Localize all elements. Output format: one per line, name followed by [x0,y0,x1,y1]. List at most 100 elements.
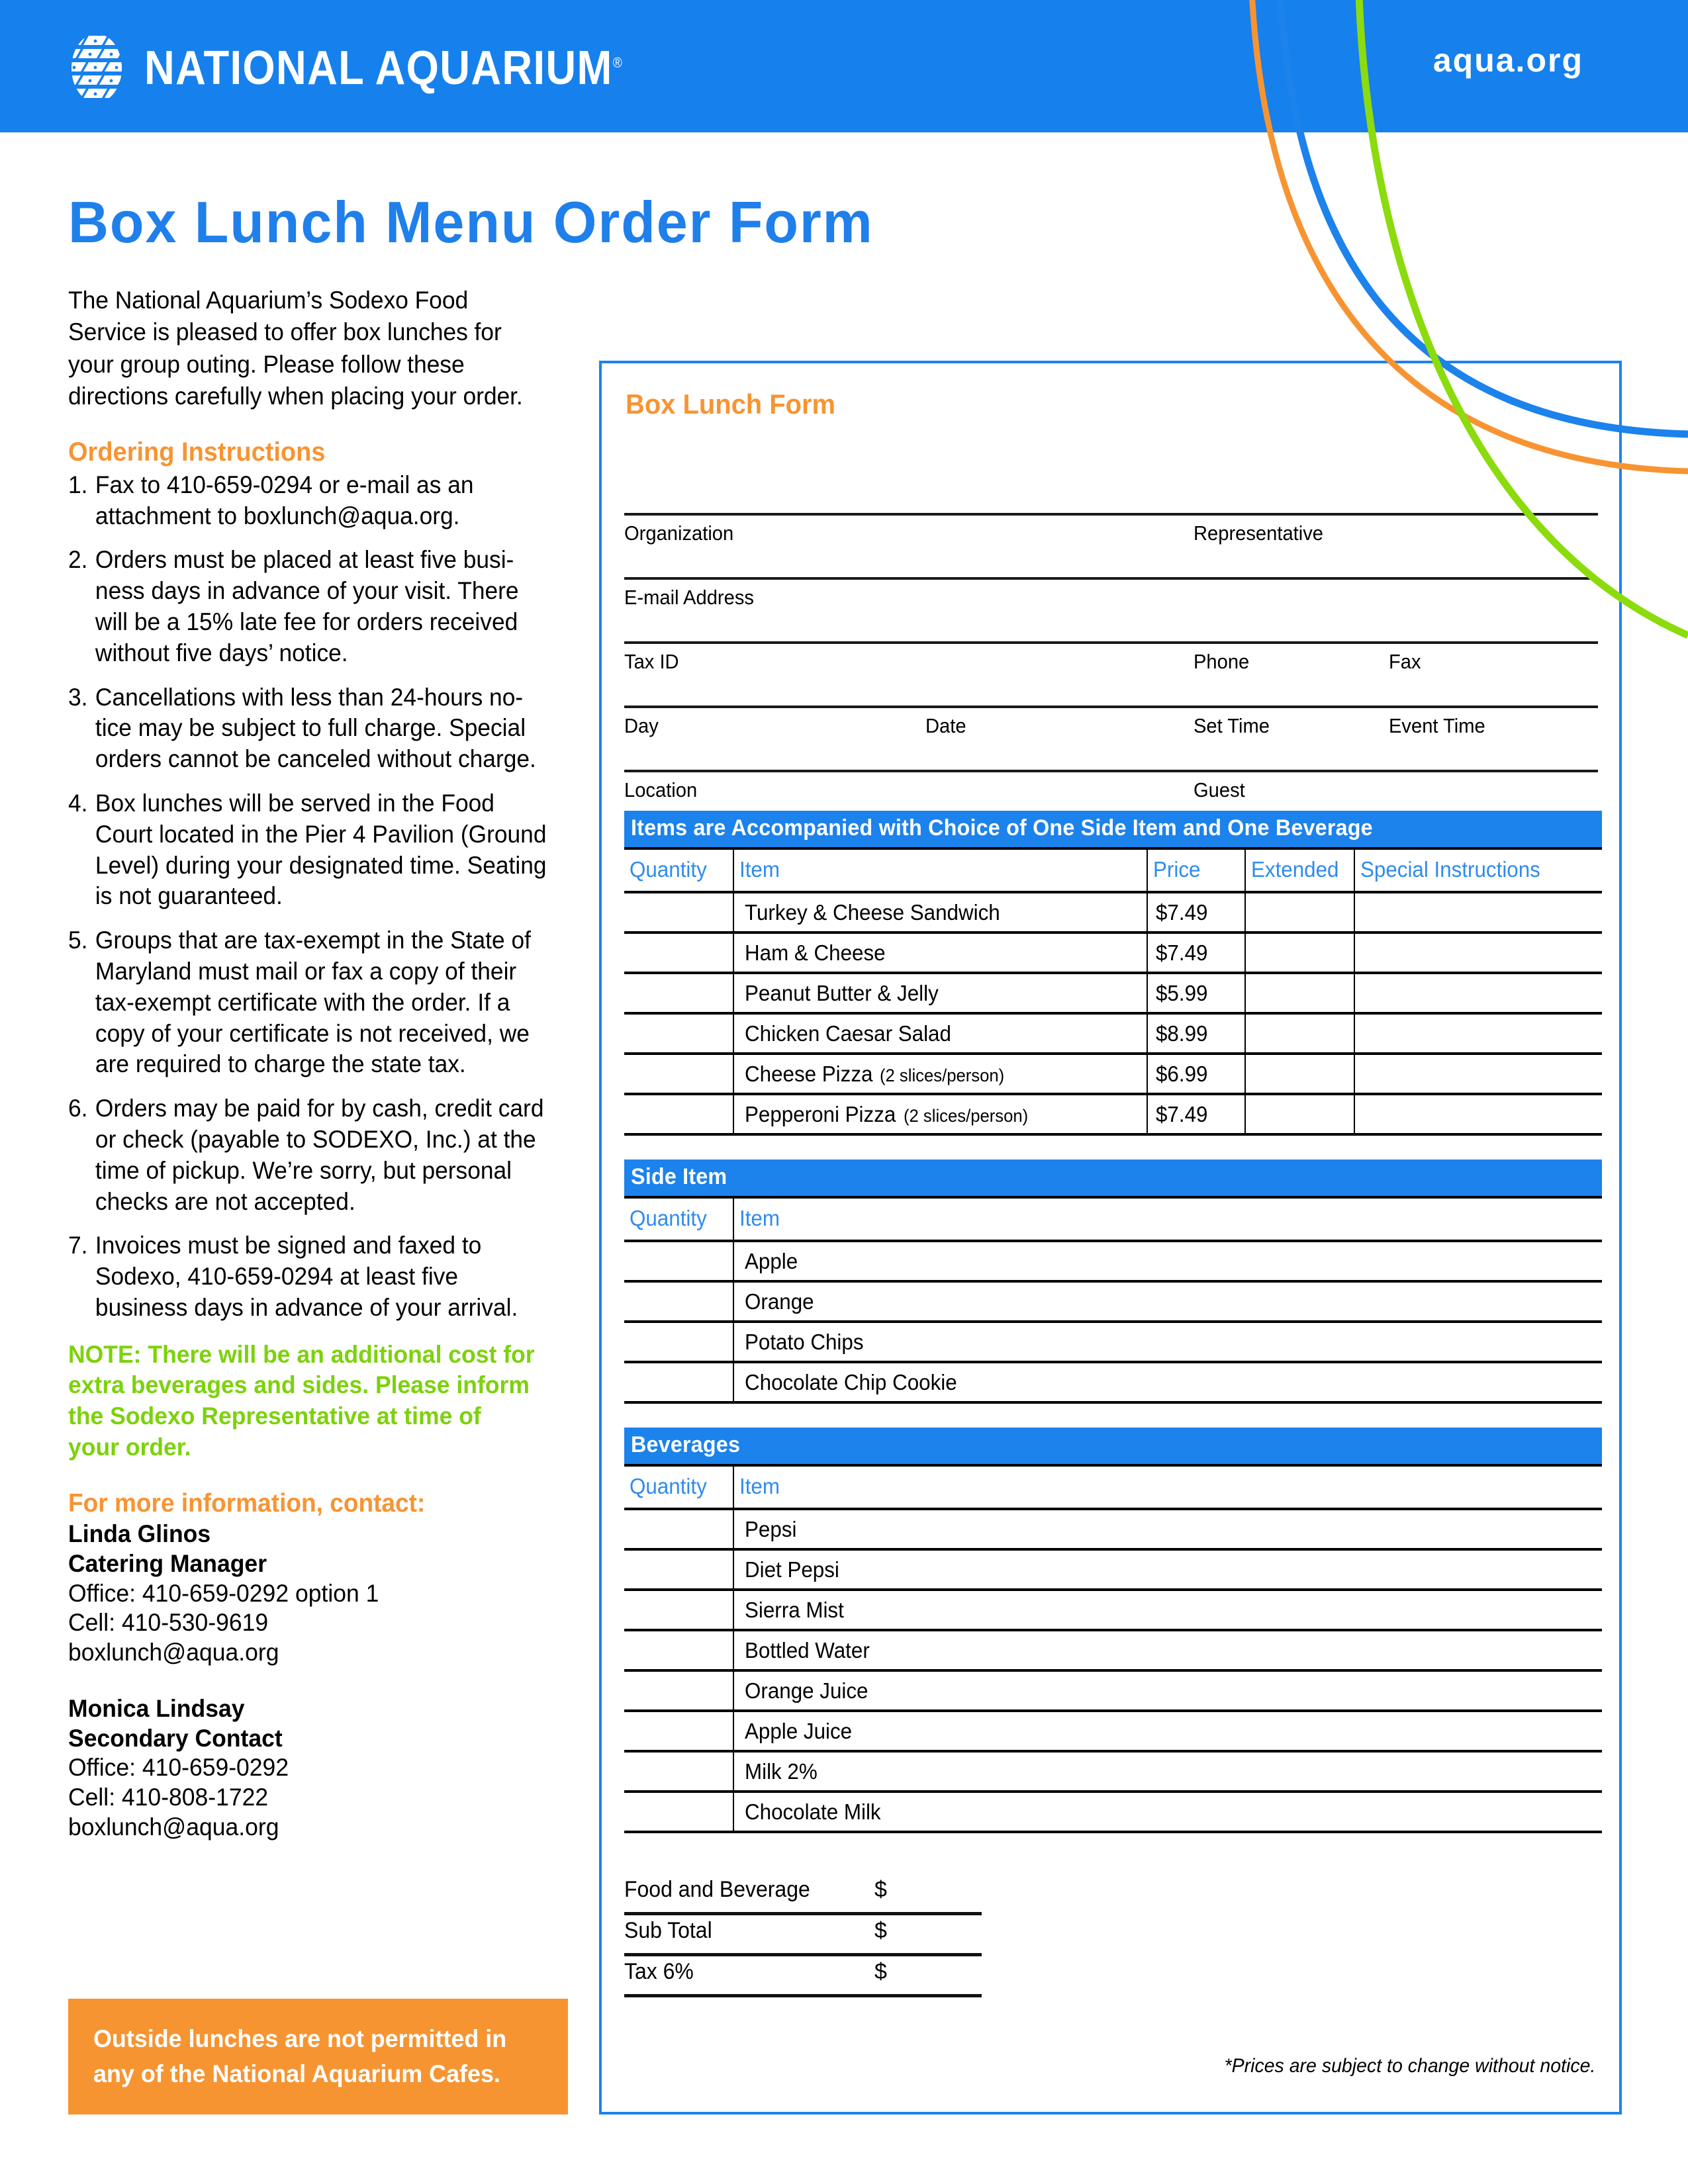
cell-quantity-input[interactable] [624,1709,734,1752]
outside-notice-line-1: Outside lunches are not permitted in [93,2025,507,2052]
label-tax-id: Tax ID [624,650,679,673]
cell-quantity-input[interactable] [624,1629,734,1671]
field-row-organization[interactable]: Organization Representative [624,513,1598,577]
cell-special-input[interactable] [1353,1012,1603,1054]
cell-quantity-input[interactable] [624,1548,734,1590]
total-row-sub-total[interactable]: Sub Total $ [624,1915,982,1956]
beverages-table: Beverages Quantity Item Pepsi Diet Pepsi… [624,1428,1602,1833]
table-row[interactable]: Diet Pepsi [624,1548,1602,1590]
field-row-email[interactable]: E-mail Address [624,577,1598,641]
table-row[interactable]: Cheese Pizza (2 slices/person) $6.99 [624,1052,1603,1095]
main-items-table: Items are Accompanied with Choice of One… [624,811,1603,1136]
primary-contact-name: Linda Glinos [68,1520,211,1548]
cell-item: Bottled Water [733,1629,1602,1671]
list-item: 6. Orders may be paid for by cash, credit… [68,1093,555,1217]
cell-item: Chocolate Milk [733,1790,1602,1833]
note-text: NOTE: There will be an additional cost f… [68,1340,535,1461]
col-price: Price [1147,847,1246,893]
outside-notice-line-2: any of the National Aquarium Cafes. [93,2060,500,2087]
table-row[interactable]: Potato Chips [624,1320,1602,1363]
page-title: Box Lunch Menu Order Form [68,189,874,255]
cell-quantity-input[interactable] [624,1320,734,1363]
table-row[interactable]: Peanut Butter & Jelly $5.99 [624,972,1603,1014]
table-row[interactable]: Milk 2% [624,1750,1602,1792]
cell-quantity-input[interactable] [624,1508,734,1550]
col-quantity: Quantity [624,1464,734,1510]
total-label: Sub Total [624,1918,712,1943]
table-row[interactable]: Chocolate Milk [624,1790,1602,1833]
cell-special-input[interactable] [1353,931,1603,974]
table-row[interactable]: Bottled Water [624,1629,1602,1671]
primary-contact-block: Linda Glinos Catering Manager Office: 41… [68,1520,551,1668]
cell-item: Pepperoni Pizza (2 slices/person) [733,1093,1148,1136]
cell-quantity-input[interactable] [624,1669,734,1711]
field-row-location-guest[interactable]: Location Guest [624,770,1598,804]
total-row-tax[interactable]: Tax 6% $ [624,1956,982,1997]
primary-contact-office: Office: 410-659-0292 option 1 [68,1579,379,1607]
list-item-text: Groups that are tax-exempt in the State … [95,927,531,1078]
cell-item: Peanut Butter & Jelly [733,972,1148,1014]
list-item-number: 5. [68,927,88,954]
table-row[interactable]: Sierra Mist [624,1588,1602,1631]
cell-quantity-input[interactable] [624,1052,734,1095]
label-fax: Fax [1389,650,1421,673]
field-row-taxid[interactable]: Tax ID Phone Fax [624,641,1598,705]
band-text: Beverages [631,1432,741,1457]
primary-contact-email[interactable]: boxlunch@aqua.org [68,1638,551,1668]
cell-quantity-input[interactable] [624,1750,734,1792]
table-row[interactable]: Orange [624,1280,1602,1322]
cell-special-input[interactable] [1353,891,1603,933]
table-row[interactable]: Turkey & Cheese Sandwich $7.49 [624,891,1603,933]
cell-quantity-input[interactable] [624,1093,734,1136]
cell-special-input[interactable] [1353,1052,1603,1095]
cell-extended-input[interactable] [1244,931,1355,974]
cell-price: $8.99 [1147,1012,1246,1054]
list-item-number: 2. [68,546,88,574]
side-item-table: Side Item Quantity Item Apple Orange Pot… [624,1160,1602,1404]
field-row-day-date-time[interactable]: Day Date Set Time Event Time [624,705,1598,770]
cell-quantity-input[interactable] [624,1280,734,1322]
cell-quantity-input[interactable] [624,1012,734,1054]
col-extended: Extended [1244,847,1355,893]
table-row[interactable]: Ham & Cheese $7.49 [624,931,1603,974]
col-item: Item [733,847,1148,893]
cell-item: Pepsi [733,1508,1602,1550]
cell-quantity-input[interactable] [624,1361,734,1404]
table-row[interactable]: Pepperoni Pizza (2 slices/person) $7.49 [624,1093,1603,1136]
label-organization: Organization [624,522,734,545]
cell-quantity-input[interactable] [624,1790,734,1833]
cell-quantity-input[interactable] [624,891,734,933]
table-row[interactable]: Orange Juice [624,1669,1602,1711]
table-row[interactable]: Apple Juice [624,1709,1602,1752]
cell-quantity-input[interactable] [624,1588,734,1631]
cell-extended-input[interactable] [1244,972,1355,1014]
total-label: Food and Beverage [624,1877,810,1902]
cell-quantity-input[interactable] [624,931,734,974]
totals-section: Food and Beverage $ Sub Total $ Tax 6% $ [624,1874,982,1997]
label-location: Location [624,778,698,801]
table-row[interactable]: Chicken Caesar Salad $8.99 [624,1012,1603,1054]
cell-extended-input[interactable] [1244,1052,1355,1095]
website-url[interactable]: aqua.org [1433,41,1583,79]
cell-extended-input[interactable] [1244,1093,1355,1136]
cell-special-input[interactable] [1353,1093,1603,1136]
total-row-food-and-beverage[interactable]: Food and Beverage $ [624,1874,982,1915]
brand-wordmark: NATIONAL AQUARIUM® [144,44,623,92]
cell-extended-input[interactable] [1244,891,1355,933]
cell-price: $7.49 [1147,1093,1246,1136]
cell-quantity-input[interactable] [624,1240,734,1282]
cell-special-input[interactable] [1353,972,1603,1014]
cell-quantity-input[interactable] [624,972,734,1014]
cell-extended-input[interactable] [1244,1012,1355,1054]
table-row[interactable]: Apple [624,1240,1602,1282]
document-page: NATIONAL AQUARIUM® aqua.org Box Lunch Me… [0,0,1688,2184]
list-item-text: Cancellations with less than 24-hours no… [95,683,536,773]
secondary-contact-email[interactable]: boxlunch@aqua.org [68,1813,551,1843]
cell-item: Apple [733,1240,1602,1282]
table-row[interactable]: Pepsi [624,1508,1602,1550]
table-band-header: Side Item [624,1160,1602,1197]
table-row[interactable]: Chocolate Chip Cookie [624,1361,1602,1404]
list-item-number: 4. [68,789,88,817]
cell-price: $5.99 [1147,972,1246,1014]
